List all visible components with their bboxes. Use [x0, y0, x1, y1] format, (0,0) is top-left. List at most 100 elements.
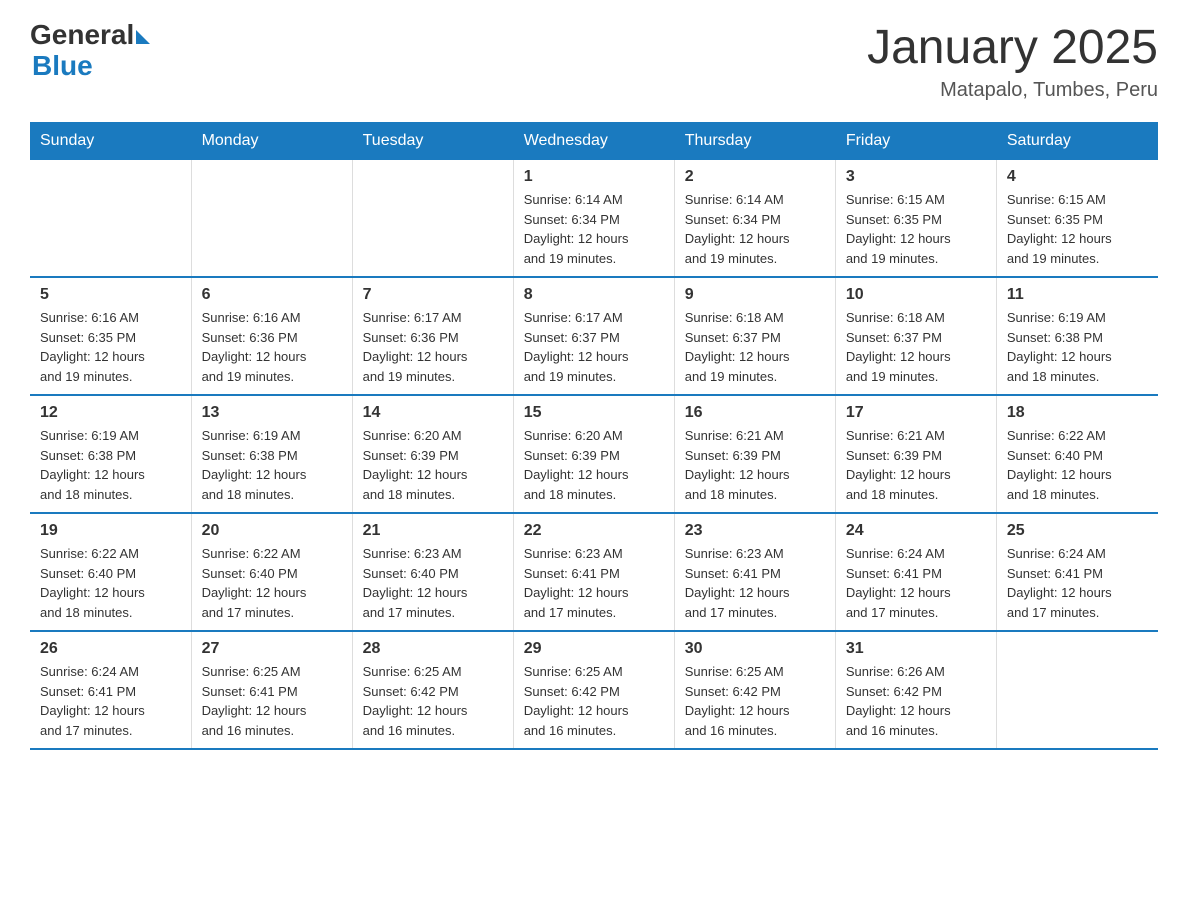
- day-number: 30: [685, 640, 825, 658]
- calendar-cell: 18 Sunrise: 6:22 AM Sunset: 6:40 PM Dayli…: [996, 395, 1157, 513]
- day-number: 9: [685, 286, 825, 304]
- day-number: 28: [363, 640, 503, 658]
- calendar-table: SundayMondayTuesdayWednesdayThursdayFrid…: [30, 122, 1158, 750]
- day-info: Sunrise: 6:23 AM Sunset: 6:41 PM Dayligh…: [685, 544, 825, 622]
- calendar-cell: 7 Sunrise: 6:17 AM Sunset: 6:36 PM Daylig…: [352, 277, 513, 395]
- calendar-cell: 14 Sunrise: 6:20 AM Sunset: 6:39 PM Dayli…: [352, 395, 513, 513]
- calendar-week-1: 1 Sunrise: 6:14 AM Sunset: 6:34 PM Daylig…: [30, 160, 1158, 277]
- calendar-cell: 23 Sunrise: 6:23 AM Sunset: 6:41 PM Dayli…: [674, 513, 835, 631]
- page-header: General Blue January 2025 Matapalo, Tumb…: [30, 20, 1158, 102]
- day-info: Sunrise: 6:18 AM Sunset: 6:37 PM Dayligh…: [685, 308, 825, 386]
- day-info: Sunrise: 6:22 AM Sunset: 6:40 PM Dayligh…: [40, 544, 181, 622]
- calendar-cell: 12Sunrise: 6:19 AM Sunset: 6:38 PM Dayli…: [30, 395, 191, 513]
- day-info: Sunrise: 6:14 AM Sunset: 6:34 PM Dayligh…: [524, 190, 664, 268]
- day-number: 29: [524, 640, 664, 658]
- day-info: Sunrise: 6:22 AM Sunset: 6:40 PM Dayligh…: [202, 544, 342, 622]
- day-number: 3: [846, 168, 986, 186]
- header-monday: Monday: [191, 122, 352, 160]
- day-info: Sunrise: 6:16 AM Sunset: 6:35 PM Dayligh…: [40, 308, 181, 386]
- logo-general: General: [30, 20, 134, 51]
- day-info: Sunrise: 6:17 AM Sunset: 6:36 PM Dayligh…: [363, 308, 503, 386]
- day-info: Sunrise: 6:17 AM Sunset: 6:37 PM Dayligh…: [524, 308, 664, 386]
- calendar-cell: 3Sunrise: 6:15 AM Sunset: 6:35 PM Daylig…: [835, 160, 996, 277]
- header-thursday: Thursday: [674, 122, 835, 160]
- day-number: 10: [846, 286, 986, 304]
- calendar-cell: 28 Sunrise: 6:25 AM Sunset: 6:42 PM Dayli…: [352, 631, 513, 749]
- day-number: 5: [40, 286, 181, 304]
- day-number: 11: [1007, 286, 1148, 304]
- header-sunday: Sunday: [30, 122, 191, 160]
- day-number: 8: [524, 286, 664, 304]
- day-info: Sunrise: 6:20 AM Sunset: 6:39 PM Dayligh…: [363, 426, 503, 504]
- day-info: Sunrise: 6:19 AM Sunset: 6:38 PM Dayligh…: [1007, 308, 1148, 386]
- logo-triangle-icon: [136, 30, 150, 44]
- logo: General Blue: [30, 20, 150, 82]
- calendar-cell: 11 Sunrise: 6:19 AM Sunset: 6:38 PM Dayli…: [996, 277, 1157, 395]
- calendar-week-5: 26 Sunrise: 6:24 AM Sunset: 6:41 PM Dayli…: [30, 631, 1158, 749]
- calendar-cell: 31Sunrise: 6:26 AM Sunset: 6:42 PM Dayli…: [835, 631, 996, 749]
- day-number: 13: [202, 404, 342, 422]
- calendar-cell: 20 Sunrise: 6:22 AM Sunset: 6:40 PM Dayli…: [191, 513, 352, 631]
- day-info: Sunrise: 6:26 AM Sunset: 6:42 PM Dayligh…: [846, 662, 986, 740]
- calendar-cell: 8 Sunrise: 6:17 AM Sunset: 6:37 PM Daylig…: [513, 277, 674, 395]
- day-info: Sunrise: 6:19 AM Sunset: 6:38 PM Dayligh…: [202, 426, 342, 504]
- calendar-cell: 1 Sunrise: 6:14 AM Sunset: 6:34 PM Daylig…: [513, 160, 674, 277]
- day-number: 26: [40, 640, 181, 658]
- calendar-week-3: 12Sunrise: 6:19 AM Sunset: 6:38 PM Dayli…: [30, 395, 1158, 513]
- title-block: January 2025 Matapalo, Tumbes, Peru: [867, 20, 1158, 102]
- day-info: Sunrise: 6:21 AM Sunset: 6:39 PM Dayligh…: [846, 426, 986, 504]
- calendar-cell: [996, 631, 1157, 749]
- day-number: 23: [685, 522, 825, 540]
- day-info: Sunrise: 6:25 AM Sunset: 6:42 PM Dayligh…: [363, 662, 503, 740]
- day-info: Sunrise: 6:25 AM Sunset: 6:42 PM Dayligh…: [685, 662, 825, 740]
- day-number: 22: [524, 522, 664, 540]
- header-tuesday: Tuesday: [352, 122, 513, 160]
- day-number: 17: [846, 404, 986, 422]
- day-number: 1: [524, 168, 664, 186]
- calendar-header-row: SundayMondayTuesdayWednesdayThursdayFrid…: [30, 122, 1158, 160]
- calendar-cell: 26 Sunrise: 6:24 AM Sunset: 6:41 PM Dayli…: [30, 631, 191, 749]
- day-number: 20: [202, 522, 342, 540]
- calendar-cell: 30 Sunrise: 6:25 AM Sunset: 6:42 PM Dayli…: [674, 631, 835, 749]
- calendar-cell: 10Sunrise: 6:18 AM Sunset: 6:37 PM Dayli…: [835, 277, 996, 395]
- day-number: 21: [363, 522, 503, 540]
- day-info: Sunrise: 6:23 AM Sunset: 6:40 PM Dayligh…: [363, 544, 503, 622]
- day-number: 19: [40, 522, 181, 540]
- day-number: 14: [363, 404, 503, 422]
- day-info: Sunrise: 6:23 AM Sunset: 6:41 PM Dayligh…: [524, 544, 664, 622]
- calendar-cell: 24 Sunrise: 6:24 AM Sunset: 6:41 PM Dayli…: [835, 513, 996, 631]
- calendar-cell: 2 Sunrise: 6:14 AM Sunset: 6:34 PM Daylig…: [674, 160, 835, 277]
- calendar-cell: [30, 160, 191, 277]
- calendar-cell: 25Sunrise: 6:24 AM Sunset: 6:41 PM Dayli…: [996, 513, 1157, 631]
- calendar-subtitle: Matapalo, Tumbes, Peru: [867, 79, 1158, 102]
- calendar-cell: 15Sunrise: 6:20 AM Sunset: 6:39 PM Dayli…: [513, 395, 674, 513]
- calendar-week-4: 19 Sunrise: 6:22 AM Sunset: 6:40 PM Dayli…: [30, 513, 1158, 631]
- calendar-cell: 16 Sunrise: 6:21 AM Sunset: 6:39 PM Dayli…: [674, 395, 835, 513]
- day-info: Sunrise: 6:24 AM Sunset: 6:41 PM Dayligh…: [40, 662, 181, 740]
- day-info: Sunrise: 6:25 AM Sunset: 6:42 PM Dayligh…: [524, 662, 664, 740]
- day-info: Sunrise: 6:22 AM Sunset: 6:40 PM Dayligh…: [1007, 426, 1148, 504]
- calendar-week-2: 5 Sunrise: 6:16 AM Sunset: 6:35 PM Daylig…: [30, 277, 1158, 395]
- day-info: Sunrise: 6:21 AM Sunset: 6:39 PM Dayligh…: [685, 426, 825, 504]
- calendar-cell: 17 Sunrise: 6:21 AM Sunset: 6:39 PM Dayli…: [835, 395, 996, 513]
- calendar-title: January 2025: [867, 20, 1158, 75]
- calendar-cell: 5 Sunrise: 6:16 AM Sunset: 6:35 PM Daylig…: [30, 277, 191, 395]
- day-number: 24: [846, 522, 986, 540]
- day-number: 16: [685, 404, 825, 422]
- day-number: 4: [1007, 168, 1148, 186]
- day-number: 27: [202, 640, 342, 658]
- day-info: Sunrise: 6:24 AM Sunset: 6:41 PM Dayligh…: [846, 544, 986, 622]
- day-info: Sunrise: 6:20 AM Sunset: 6:39 PM Dayligh…: [524, 426, 664, 504]
- calendar-cell: 19 Sunrise: 6:22 AM Sunset: 6:40 PM Dayli…: [30, 513, 191, 631]
- logo-blue: Blue: [30, 51, 150, 82]
- header-saturday: Saturday: [996, 122, 1157, 160]
- day-info: Sunrise: 6:14 AM Sunset: 6:34 PM Dayligh…: [685, 190, 825, 268]
- day-number: 18: [1007, 404, 1148, 422]
- day-number: 2: [685, 168, 825, 186]
- day-number: 7: [363, 286, 503, 304]
- header-wednesday: Wednesday: [513, 122, 674, 160]
- calendar-cell: 27Sunrise: 6:25 AM Sunset: 6:41 PM Dayli…: [191, 631, 352, 749]
- calendar-cell: 13 Sunrise: 6:19 AM Sunset: 6:38 PM Dayli…: [191, 395, 352, 513]
- day-info: Sunrise: 6:24 AM Sunset: 6:41 PM Dayligh…: [1007, 544, 1148, 622]
- calendar-cell: 9 Sunrise: 6:18 AM Sunset: 6:37 PM Daylig…: [674, 277, 835, 395]
